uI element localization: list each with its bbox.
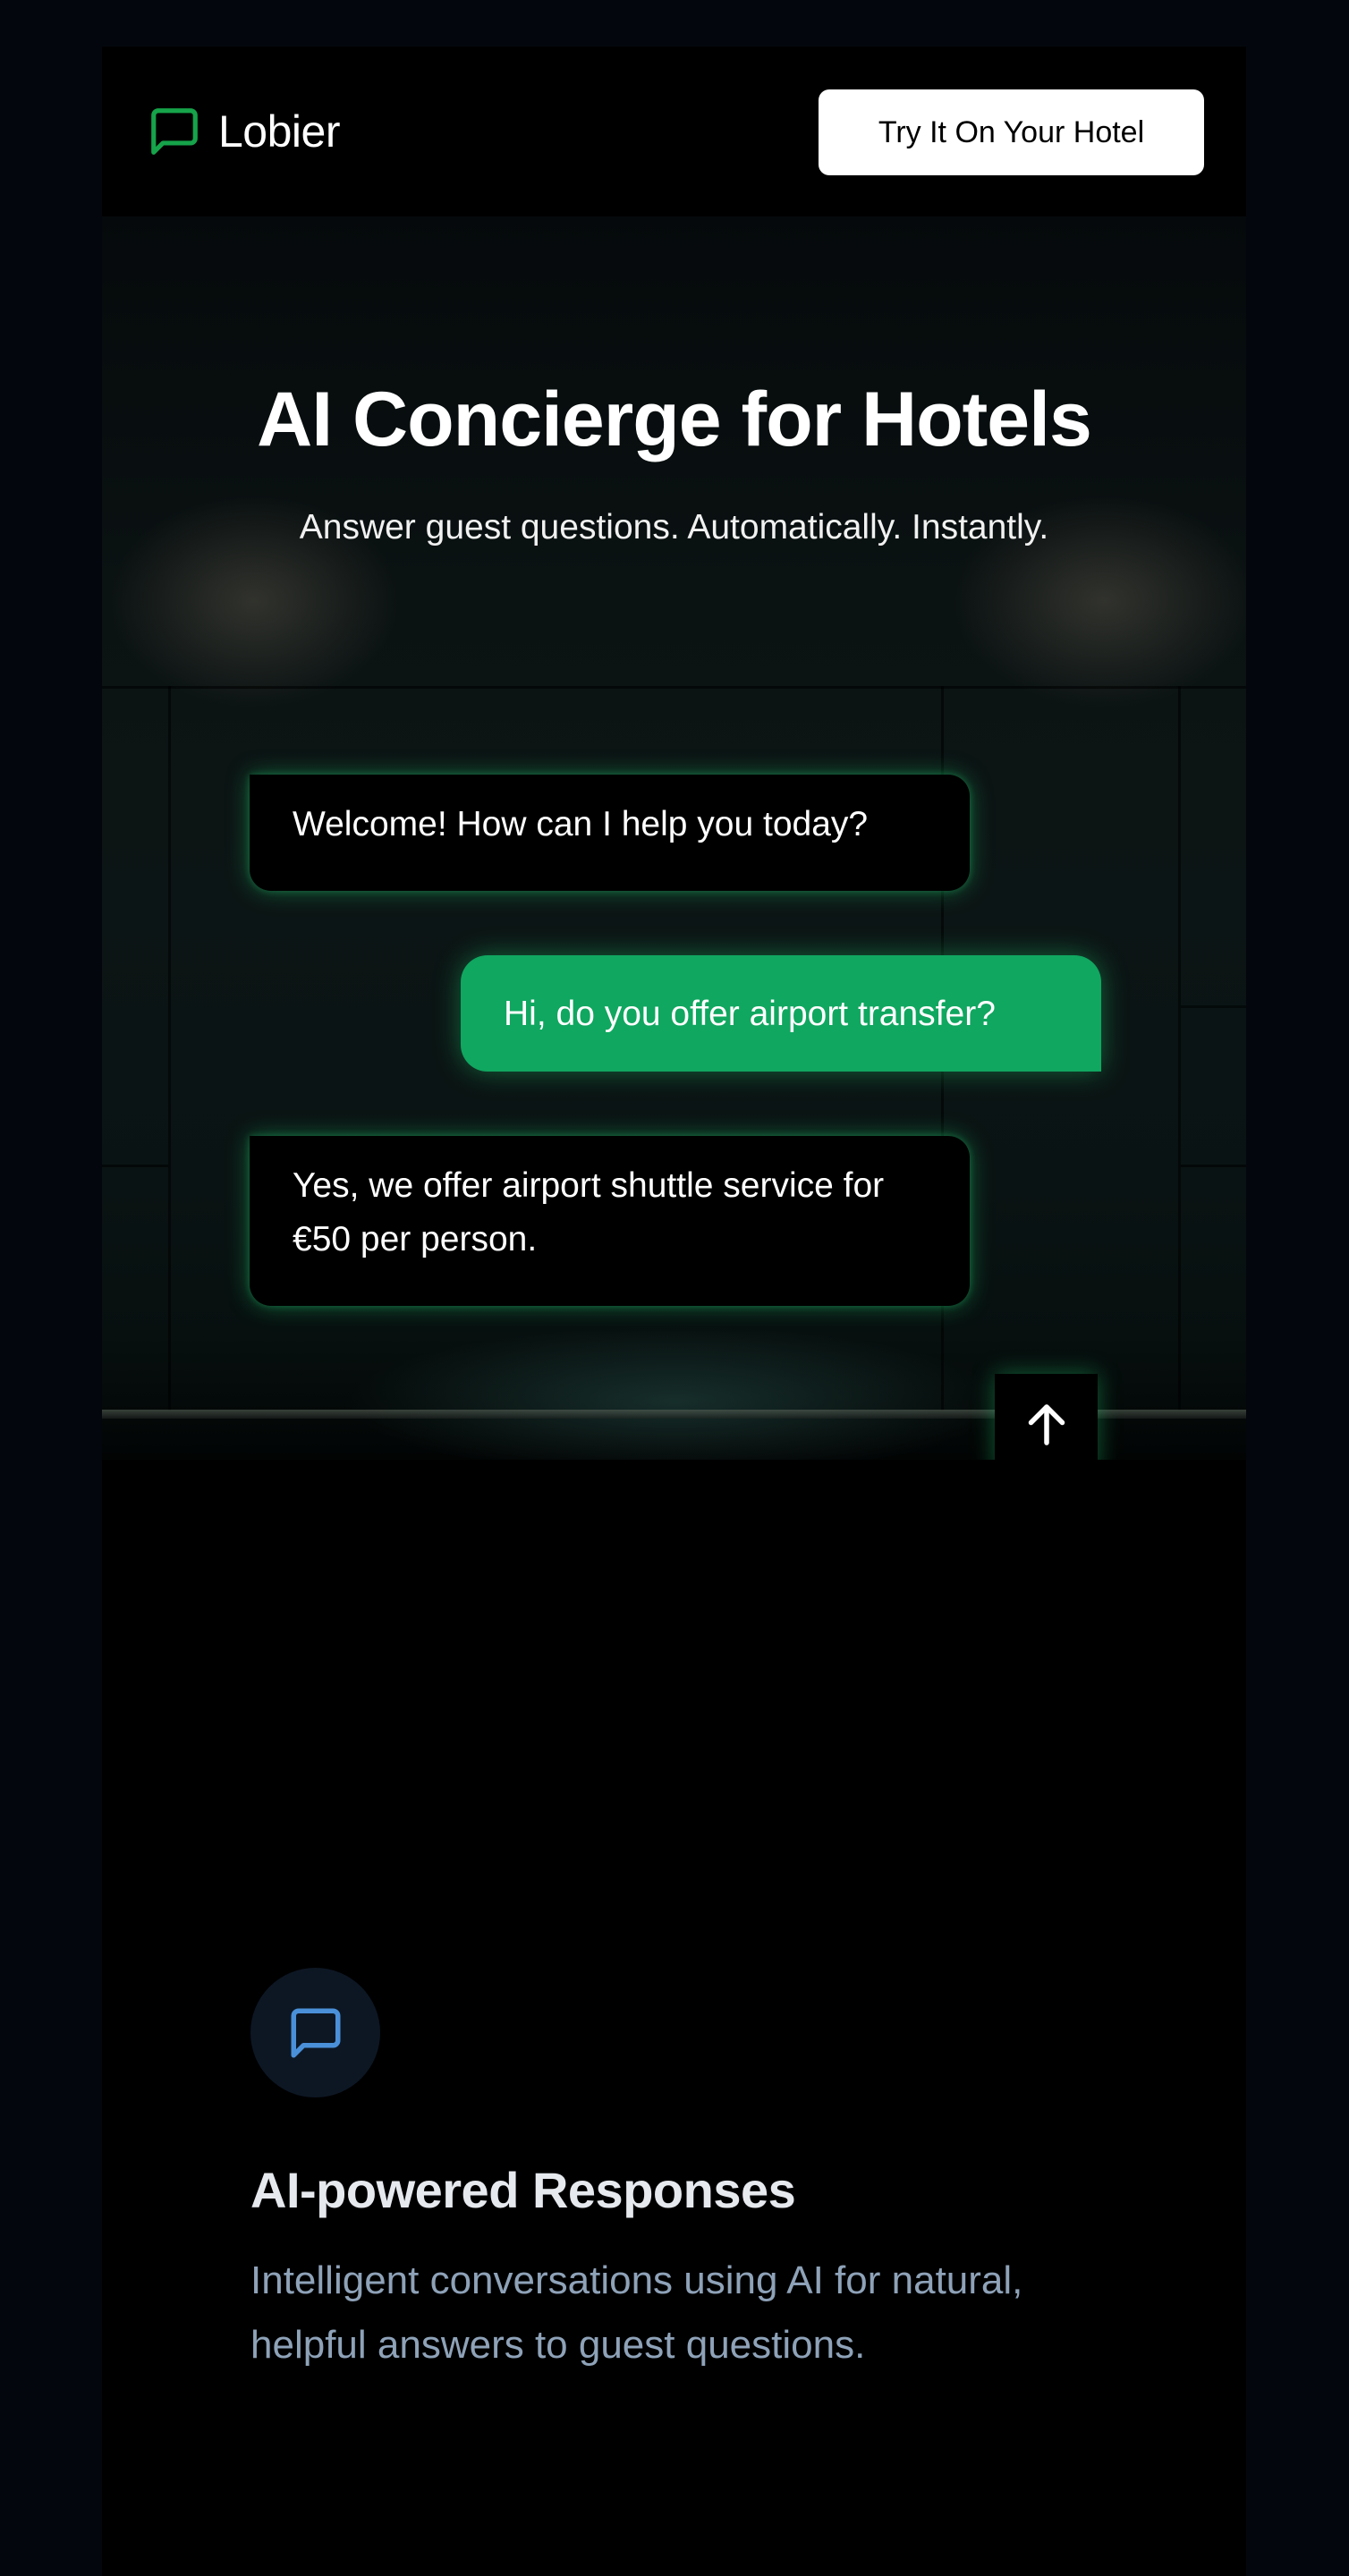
brand-name: Lobier — [218, 106, 341, 157]
wall-panel-line — [1181, 1005, 1246, 1008]
arrow-up-icon — [1028, 1403, 1065, 1445]
chat-bubble-icon — [151, 108, 198, 155]
bot-message: Yes, we offer airport shuttle service fo… — [250, 1136, 970, 1306]
feature-title: AI-powered Responses — [250, 2162, 796, 2218]
wall-panel-line — [168, 686, 171, 1411]
page: Lobier Try It On Your Hotel AI Concierge… — [0, 0, 1349, 2576]
message-square-icon — [291, 2008, 340, 2057]
hero-section: AI Concierge for Hotels Answer guest que… — [102, 216, 1246, 1460]
site-header: Lobier Try It On Your Hotel — [102, 47, 1246, 216]
hero-subtitle: Answer guest questions. Automatically. I… — [299, 508, 1049, 547]
hero-title: AI Concierge for Hotels — [257, 377, 1092, 462]
feature-icon-circle — [250, 1968, 380, 2097]
viewport-frame: Lobier Try It On Your Hotel AI Concierge… — [102, 47, 1246, 2576]
try-it-button[interactable]: Try It On Your Hotel — [819, 89, 1204, 175]
wall-panel-line — [1181, 1165, 1246, 1167]
feature-card: AI-powered Responses Intelligent convers… — [102, 1460, 1246, 2576]
feature-description: Intelligent conversations using AI for n… — [250, 2258, 1023, 2367]
user-message: Hi, do you offer airport transfer? — [461, 955, 1101, 1072]
bot-message: Welcome! How can I help you today? — [250, 775, 970, 891]
wall-panel-line — [102, 1165, 168, 1167]
scroll-to-top-button[interactable] — [995, 1374, 1098, 1460]
wall-panel-line — [102, 686, 1246, 689]
wall-panel-line — [1178, 686, 1181, 1411]
logo[interactable]: Lobier — [147, 104, 341, 159]
